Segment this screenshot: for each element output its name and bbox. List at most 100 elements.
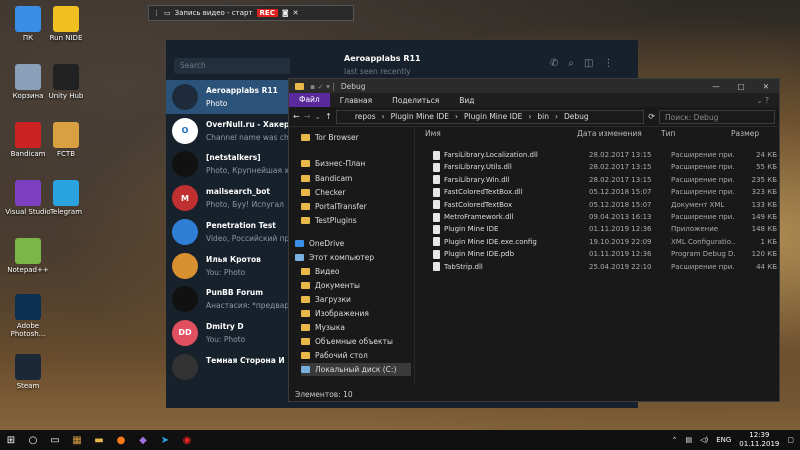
nav-item[interactable]: PortalTransfer bbox=[301, 200, 367, 213]
chat-item[interactable]: Илья Кротов You: Photo bbox=[166, 249, 290, 283]
desktop-icon[interactable]: Notepad++ bbox=[4, 238, 52, 274]
bandicam-icon[interactable]: ◉ bbox=[176, 430, 198, 450]
window-icon[interactable]: ▭ bbox=[164, 9, 171, 17]
column-date[interactable]: Дата изменения bbox=[577, 129, 661, 143]
recorder-toolbar[interactable]: ⋮ ▭ Запись видео - старт REC ◙ ✕ bbox=[148, 5, 354, 21]
tab-home[interactable]: Главная bbox=[330, 96, 382, 105]
more-icon[interactable]: ⋮ bbox=[603, 58, 613, 69]
info-icon[interactable]: ◫ bbox=[584, 58, 593, 69]
crumb-repos[interactable]: repos bbox=[355, 112, 376, 121]
file-size: 24 КБ bbox=[756, 151, 777, 159]
tray-arrow-icon[interactable]: ⌃ bbox=[672, 436, 678, 444]
up-icon[interactable]: ↑ bbox=[325, 112, 332, 121]
file-row[interactable]: FastColoredTextBox 05.12.2018 15:07 Докуме… bbox=[433, 199, 777, 211]
desktop-icon[interactable]: Steam bbox=[4, 354, 52, 390]
forward-icon[interactable]: → bbox=[304, 112, 311, 121]
clock[interactable]: 12:39 01.11.2019 bbox=[739, 431, 779, 449]
contact-status: last seen recently bbox=[344, 67, 411, 76]
chat-item[interactable]: Mmailsearch_bot Photo, Буу! Испугал bbox=[166, 181, 290, 215]
nav-item[interactable]: Музыка bbox=[301, 321, 345, 334]
nav-item[interactable]: Checker bbox=[301, 186, 346, 199]
file-size: 44 КБ bbox=[756, 262, 777, 271]
telegram-icon[interactable]: ➤ bbox=[154, 430, 176, 450]
minimize-icon[interactable]: — bbox=[712, 82, 720, 91]
crumb-debug[interactable]: Debug bbox=[564, 112, 589, 121]
chat-item[interactable]: O OverNull.ru - Хакер Channel name was cha… bbox=[166, 114, 298, 148]
tab-share[interactable]: Поделиться bbox=[382, 96, 449, 105]
visual-studio-icon[interactable]: ◆ bbox=[132, 430, 154, 450]
desktop-icon[interactable]: Run NIDE bbox=[42, 6, 90, 42]
search-icon[interactable]: ⌕ bbox=[568, 58, 574, 69]
nav-item[interactable]: OneDrive bbox=[295, 237, 344, 250]
file-row[interactable]: FarsiLibrary.Localization.dll 28.02.2017 … bbox=[433, 149, 777, 161]
file-row[interactable]: TabStrip.dll 25.04.2019 22:10 Расширение п… bbox=[433, 261, 777, 273]
column-size[interactable]: Размер bbox=[731, 129, 775, 143]
back-icon[interactable]: ← bbox=[293, 112, 300, 121]
nav-item[interactable]: Этот компьютер bbox=[295, 251, 374, 264]
network-icon[interactable]: ▤ bbox=[685, 436, 692, 444]
desktop-icon[interactable]: Adobe Photosh... bbox=[4, 294, 52, 338]
chat-item[interactable]: Aeroapplabs R11 Photo bbox=[166, 80, 290, 114]
nav-item[interactable]: Bandicam bbox=[301, 172, 352, 185]
steam-icon bbox=[15, 354, 41, 380]
column-name[interactable]: Имя bbox=[425, 129, 577, 143]
recent-icon[interactable]: ⌄ bbox=[314, 112, 321, 121]
file-row[interactable]: Plugin Mine IDE.exe.config 19.10.2019 22:… bbox=[433, 236, 777, 248]
file-row[interactable]: FarsiLibrary.Utils.dll 28.02.2017 13:15 Ра… bbox=[433, 161, 777, 173]
nav-item[interactable]: TestPlugins bbox=[301, 214, 357, 227]
nav-item[interactable]: Загрузки bbox=[301, 293, 351, 306]
phone-icon[interactable]: ✆ bbox=[550, 58, 558, 69]
file-row[interactable]: FarsiLibrary.Win.dll 28.02.2017 13:15 Расш… bbox=[433, 174, 777, 186]
desktop-icon[interactable]: Unity Hub bbox=[42, 64, 90, 100]
nav-item[interactable]: Изображения bbox=[301, 307, 369, 320]
search-icon[interactable]: ○ bbox=[22, 430, 44, 450]
chat-item[interactable]: [netstalkers] Photo, Крупнейшая хра bbox=[166, 147, 298, 181]
nav-item[interactable]: Tor Browser bbox=[301, 131, 359, 144]
search-input[interactable]: Search bbox=[174, 58, 292, 74]
file-row[interactable]: Plugin Mine IDE 01.11.2019 12:36 Приложени… bbox=[433, 223, 777, 235]
column-type[interactable]: Тип bbox=[661, 129, 731, 143]
refresh-icon[interactable]: ⟳ bbox=[648, 112, 655, 121]
chat-item[interactable]: Темная Сторона И bbox=[166, 350, 290, 384]
explorer-taskbar-icon[interactable]: ▬ bbox=[88, 430, 110, 450]
nav-item[interactable]: Рабочий стол bbox=[301, 349, 368, 362]
chat-item[interactable]: DD Dmitry D You: Photo bbox=[166, 316, 290, 350]
nav-item-label: Музыка bbox=[315, 323, 345, 332]
volume-icon[interactable]: ◁) bbox=[700, 436, 708, 444]
desktop-icon[interactable]: FCTB bbox=[42, 122, 90, 158]
close-icon[interactable]: ✕ bbox=[293, 9, 299, 17]
quick-access-icons[interactable]: ▪ ✓ ▾ | bbox=[310, 82, 335, 91]
maximize-icon[interactable]: □ bbox=[738, 82, 745, 91]
file-name: Plugin Mine IDE bbox=[444, 225, 499, 234]
file-row[interactable]: Plugin Mine IDE.pdb 01.11.2019 12:36 Progr… bbox=[433, 248, 777, 260]
nav-item[interactable]: Видео bbox=[301, 265, 339, 278]
chat-item[interactable]: PunBB Forum Анастасия: *предварит bbox=[166, 282, 298, 316]
camera-icon[interactable]: ◙ bbox=[282, 9, 289, 17]
close-icon[interactable]: ✕ bbox=[763, 82, 769, 91]
desktop-icon[interactable]: Telegram bbox=[42, 180, 90, 216]
file-name: FarsiLibrary.Win.dll bbox=[444, 175, 510, 184]
rec-button[interactable]: REC bbox=[256, 9, 278, 17]
firefox-icon[interactable]: ● bbox=[110, 430, 132, 450]
crumb-plugin-mine-ide[interactable]: Plugin Mine IDE bbox=[391, 112, 449, 121]
fctb-taskbar-icon[interactable]: ▦ bbox=[66, 430, 88, 450]
task-view-icon[interactable]: ▭ bbox=[44, 430, 66, 450]
file-row[interactable]: MetroFramework.dll 09.04.2013 16:13 Расшир… bbox=[433, 211, 777, 223]
help-icon[interactable]: ⌄ ? bbox=[746, 96, 779, 105]
chat-item[interactable]: Penetration Test Video, Российский про bbox=[166, 215, 294, 249]
crumb-plugin-mine-ide-2[interactable]: Plugin Mine IDE bbox=[464, 112, 522, 121]
nav-item[interactable]: Объемные объекты bbox=[301, 335, 393, 348]
crumb-bin[interactable]: bin bbox=[537, 112, 549, 121]
breadcrumb[interactable]: repos › Plugin Mine IDE › Plugin Mine IDE ›… bbox=[335, 109, 645, 124]
notifications-icon[interactable]: ▢ bbox=[787, 436, 794, 444]
language-indicator[interactable]: ENG bbox=[716, 436, 731, 444]
start-button[interactable]: ⊞ bbox=[0, 430, 22, 450]
search-input[interactable]: Поиск: Debug bbox=[659, 109, 775, 124]
nav-item[interactable]: Бизнес-План bbox=[301, 157, 365, 170]
file-row[interactable]: FastColoredTextBox.dll 05.12.2018 15:07 Ра… bbox=[433, 186, 777, 198]
nav-item[interactable]: Локальный диск (C:) bbox=[301, 363, 411, 376]
tab-file[interactable]: Файл bbox=[289, 93, 330, 107]
bandicam-icon bbox=[15, 122, 41, 148]
tab-view[interactable]: Вид bbox=[449, 96, 484, 105]
nav-item[interactable]: Документы bbox=[301, 279, 360, 292]
